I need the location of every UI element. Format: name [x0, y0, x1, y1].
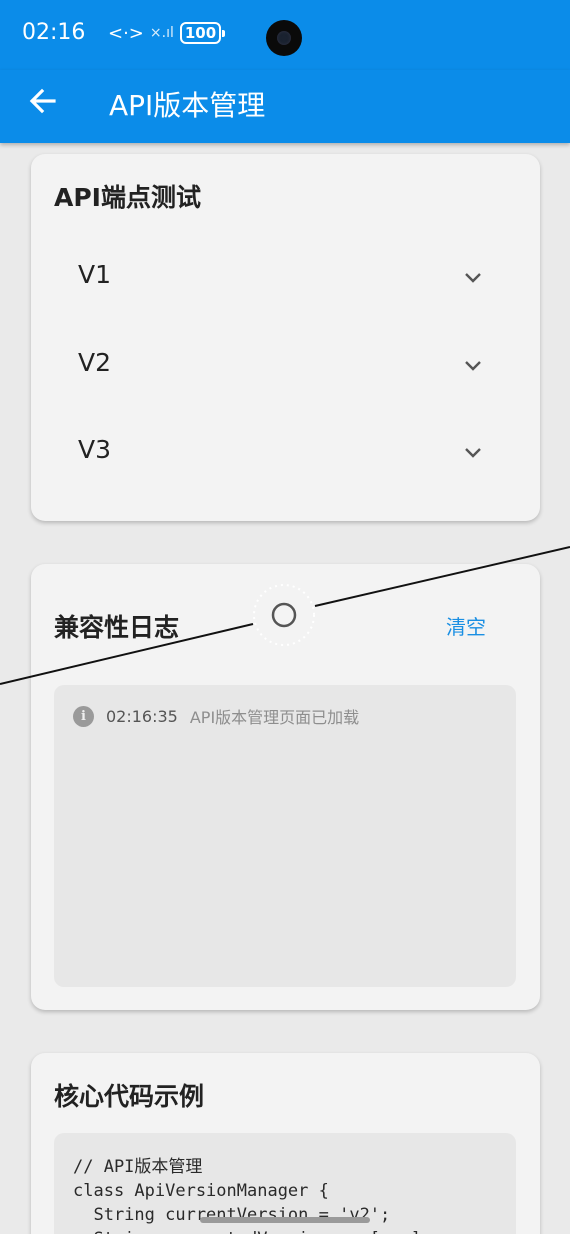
chevron-down-icon: [465, 273, 481, 283]
front-camera: [266, 20, 302, 56]
status-bar: 02:16 <·> ×.ıl 100: [0, 0, 570, 70]
back-button[interactable]: [26, 84, 60, 118]
app-bar: API版本管理: [0, 70, 570, 143]
page-title: API版本管理: [109, 89, 266, 122]
log-list: i 02:16:35 API版本管理页面已加载: [54, 685, 516, 987]
version-label: V2: [78, 348, 112, 377]
version-label: V3: [78, 435, 112, 464]
chevron-down-icon: [465, 361, 481, 371]
log-message: API版本管理页面已加载: [189, 708, 360, 727]
info-icon: i: [73, 705, 94, 727]
arrow-left-icon: [29, 88, 56, 114]
log-time: 02:16:35: [106, 706, 178, 726]
battery-icon: 100: [179, 22, 226, 44]
compatibility-log-card: 兼容性日志 清空 i 02:16:35 API版本管理页面已加载: [31, 564, 540, 1010]
version-row-v2[interactable]: V2: [31, 322, 540, 410]
code-card-title: 核心代码示例: [54, 1082, 205, 1111]
api-endpoint-card: API端点测试 V1 V2 V3: [31, 154, 540, 521]
log-card-title: 兼容性日志: [54, 613, 180, 642]
status-time: 02:16: [22, 20, 86, 45]
version-row-v1[interactable]: V1: [31, 234, 540, 322]
version-row-v3[interactable]: V3: [31, 409, 540, 497]
version-label: V1: [78, 260, 112, 289]
home-indicator[interactable]: [200, 1217, 370, 1223]
chevron-down-icon: [465, 448, 481, 458]
code-example-card: 核心代码示例 // API版本管理 class ApiVersionManage…: [31, 1053, 540, 1234]
data-transfer-icon: <·>: [108, 22, 144, 44]
clear-log-button[interactable]: 清空: [446, 611, 486, 640]
log-entry: i 02:16:35 API版本管理页面已加载: [73, 704, 359, 728]
status-icons: <·> ×.ıl 100: [108, 22, 226, 44]
api-card-title: API端点测试: [54, 183, 201, 212]
signal-icon: ×.ıl: [149, 25, 174, 41]
